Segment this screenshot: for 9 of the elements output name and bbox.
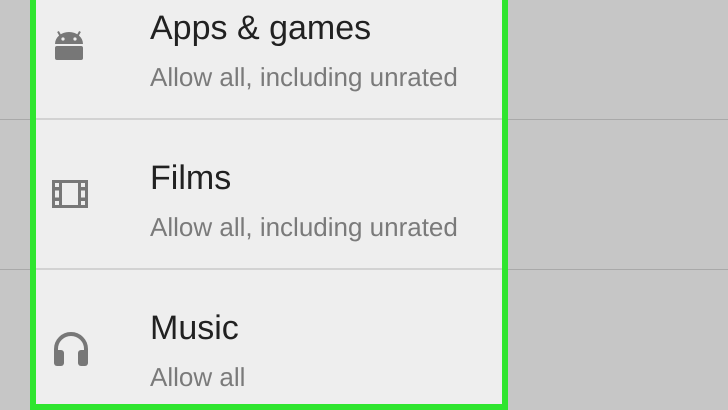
headphones-icon <box>52 330 90 366</box>
setting-title: Music <box>150 308 239 348</box>
setting-value: Allow all, including unrated <box>150 61 458 93</box>
setting-value: Allow all, including unrated <box>150 211 458 243</box>
setting-title: Films <box>150 158 232 198</box>
android-icon <box>52 30 86 62</box>
setting-title: Apps & games <box>150 8 372 48</box>
film-strip-icon <box>52 180 88 208</box>
setting-value: Allow all <box>150 361 246 393</box>
